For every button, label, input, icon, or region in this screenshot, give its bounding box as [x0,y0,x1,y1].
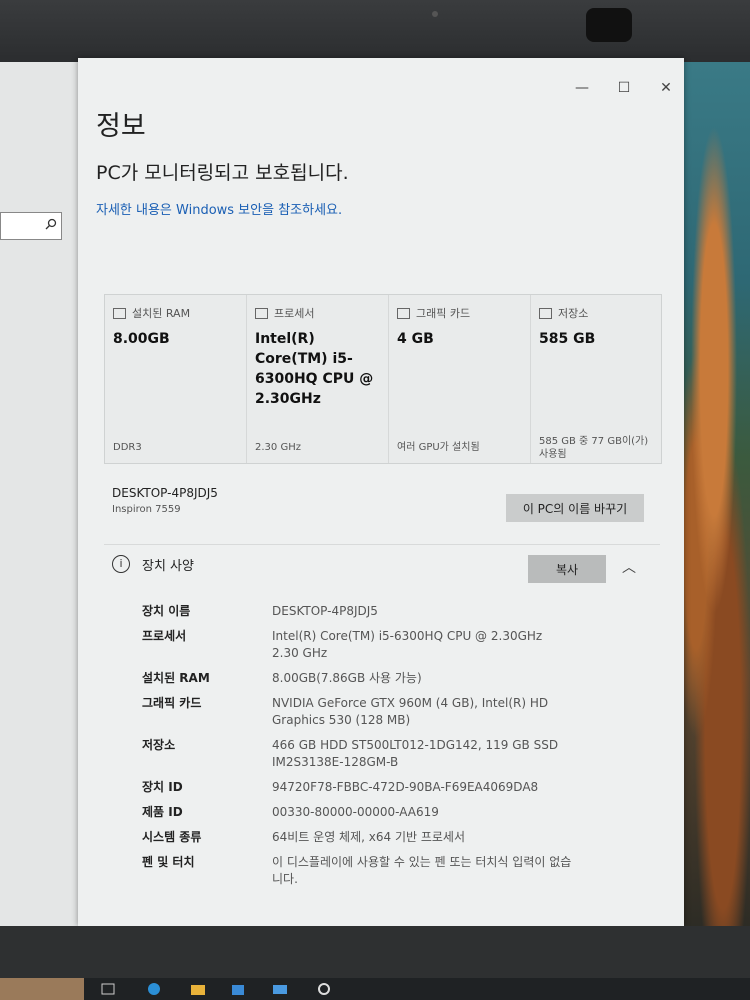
spec-value: 64비트 운영 체제, x64 기반 프로세서 [272,830,466,844]
processor-icon [255,307,268,319]
device-specs-list: 장치 이름 DESKTOP-4P8JDJ5 프로세서 Intel(R) Core(T… [104,603,660,896]
ram-card: 설치된 RAM 8.00GB DDR3 [105,295,247,463]
spec-value: NVIDIA GeForce GTX 960M (4 GB), Intel(R)… [272,696,549,727]
graphics-card: 그래픽 카드 4 GB 여러 GPU가 설치됨 [389,295,531,463]
rename-pc-button[interactable]: 이 PC의 이름 바꾸기 [506,494,644,522]
spec-value: 8.00GB(7.86GB 사용 가능) [272,671,422,685]
monitor-bezel-bottom [0,926,750,978]
graphics-card-footer: 여러 GPU가 설치됨 [397,442,480,453]
spec-row: 장치 ID 94720F78-FBBC-472D-90BA-F69EA4069DA… [104,779,660,796]
spec-label: 장치 이름 [142,604,191,618]
monitor-bezel-top [0,0,750,62]
pc-model: Inspiron 7559 [112,504,181,515]
storage-card-value: 585 GB [539,331,596,347]
spec-value: 00330-80000-00000-AA619 [272,805,439,819]
mail-icon[interactable] [272,982,288,996]
minimize-button[interactable]: — [574,80,590,96]
spec-label: 시스템 종류 [142,830,202,844]
spec-row: 시스템 종류 64비트 운영 체제, x64 기반 프로세서 [104,829,660,846]
ram-card-value: 8.00GB [113,331,170,347]
storage-card-footer: 585 GB 중 77 GB이(가) 사용됨 [539,436,649,460]
spec-row: 그래픽 카드 NVIDIA GeForce GTX 960M (4 GB), In… [104,695,660,729]
spec-label: 프로세서 [142,629,187,643]
storage-card: 저장소 585 GB 585 GB 중 77 GB이(가) 사용됨 [531,295,661,463]
spec-row: 저장소 466 GB HDD ST500LT012-1DG142, 119 GB … [104,737,660,771]
graphics-card-value: 4 GB [397,331,434,347]
spec-row: 제품 ID 00330-80000-00000-AA619 [104,804,660,821]
spec-label: 장치 ID [142,780,183,794]
store-icon[interactable] [230,982,246,996]
copy-button[interactable]: 복사 [528,555,606,583]
task-view-icon[interactable] [100,982,116,996]
processor-card-footer: 2.30 GHz [255,442,301,453]
processor-card: 프로세서 Intel(R) Core(TM) i5-6300HQ CPU @ 2… [247,295,389,463]
info-icon: i [112,555,130,573]
pc-name-row: DESKTOP-4P8JDJ5 Inspiron 7559 이 PC의 이름 바… [104,476,660,528]
maximize-button[interactable]: ☐ [616,80,632,96]
settings-gear-icon[interactable] [316,982,332,996]
spec-label: 펜 및 터치 [142,855,195,869]
spec-label: 그래픽 카드 [142,696,202,710]
spec-value: DESKTOP-4P8JDJ5 [272,604,378,618]
ram-card-footer: DDR3 [113,442,142,453]
settings-left-pane [0,62,80,927]
windows-security-link[interactable]: 자세한 내용은 Windows 보안을 참조하세요. [96,199,342,218]
graphics-card-icon [397,307,410,319]
processor-card-heading: 프로세서 [274,307,315,320]
bezel-sensor [432,11,438,17]
device-specs-title: 장치 사양 [142,559,194,574]
search-icon [45,218,57,230]
device-specs-header[interactable]: i 장치 사양 복사 ︿ [104,544,660,589]
spec-row: 펜 및 터치 이 디스플레이에 사용할 수 있는 펜 또는 터치식 입력이 없습니… [104,854,660,888]
spec-label: 설치된 RAM [142,671,210,685]
page-title: 정보 [96,111,146,142]
edge-icon[interactable] [146,982,162,996]
taskbar-thumbnail[interactable] [0,978,84,1000]
spec-value: Intel(R) Core(TM) i5-6300HQ CPU @ 2.30GH… [272,629,543,660]
spec-row: 프로세서 Intel(R) Core(TM) i5-6300HQ CPU @ 2.… [104,628,660,662]
spec-row: 장치 이름 DESKTOP-4P8JDJ5 [104,603,660,620]
spec-value: 94720F78-FBBC-472D-90BA-F69EA4069DA8 [272,780,539,794]
spec-value: 466 GB HDD ST500LT012-1DG142, 119 GB SSD… [272,738,559,769]
file-explorer-icon[interactable] [190,982,206,996]
spec-label: 제품 ID [142,805,183,819]
taskbar [0,978,750,1000]
settings-search-input[interactable] [0,212,62,240]
about-settings-window: — ☐ ✕ 정보 PC가 모니터링되고 보호됩니다. 자세한 내용은 Windo… [78,58,684,926]
window-controls: — ☐ ✕ [574,80,674,96]
memory-icon [113,307,126,319]
protection-status: PC가 모니터링되고 보호됩니다. [96,162,349,184]
spec-label: 저장소 [142,738,176,752]
spec-row: 설치된 RAM 8.00GB(7.86GB 사용 가능) [104,670,660,687]
specs-summary: 설치된 RAM 8.00GB DDR3 프로세서 Intel(R) Core(T… [104,294,662,464]
spec-value: 이 디스플레이에 사용할 수 있는 펜 또는 터치식 입력이 없습니다. [272,855,572,886]
pc-name: DESKTOP-4P8JDJ5 [112,486,218,500]
storage-icon [539,307,552,319]
storage-card-heading: 저장소 [558,307,589,320]
webcam [586,8,632,42]
close-button[interactable]: ✕ [658,80,674,96]
chevron-up-icon[interactable]: ︿ [622,557,636,577]
processor-card-value: Intel(R) Core(TM) i5-6300HQ CPU @ 2.30GH… [255,331,374,407]
ram-card-heading: 설치된 RAM [132,307,191,320]
graphics-card-heading: 그래픽 카드 [416,307,471,320]
